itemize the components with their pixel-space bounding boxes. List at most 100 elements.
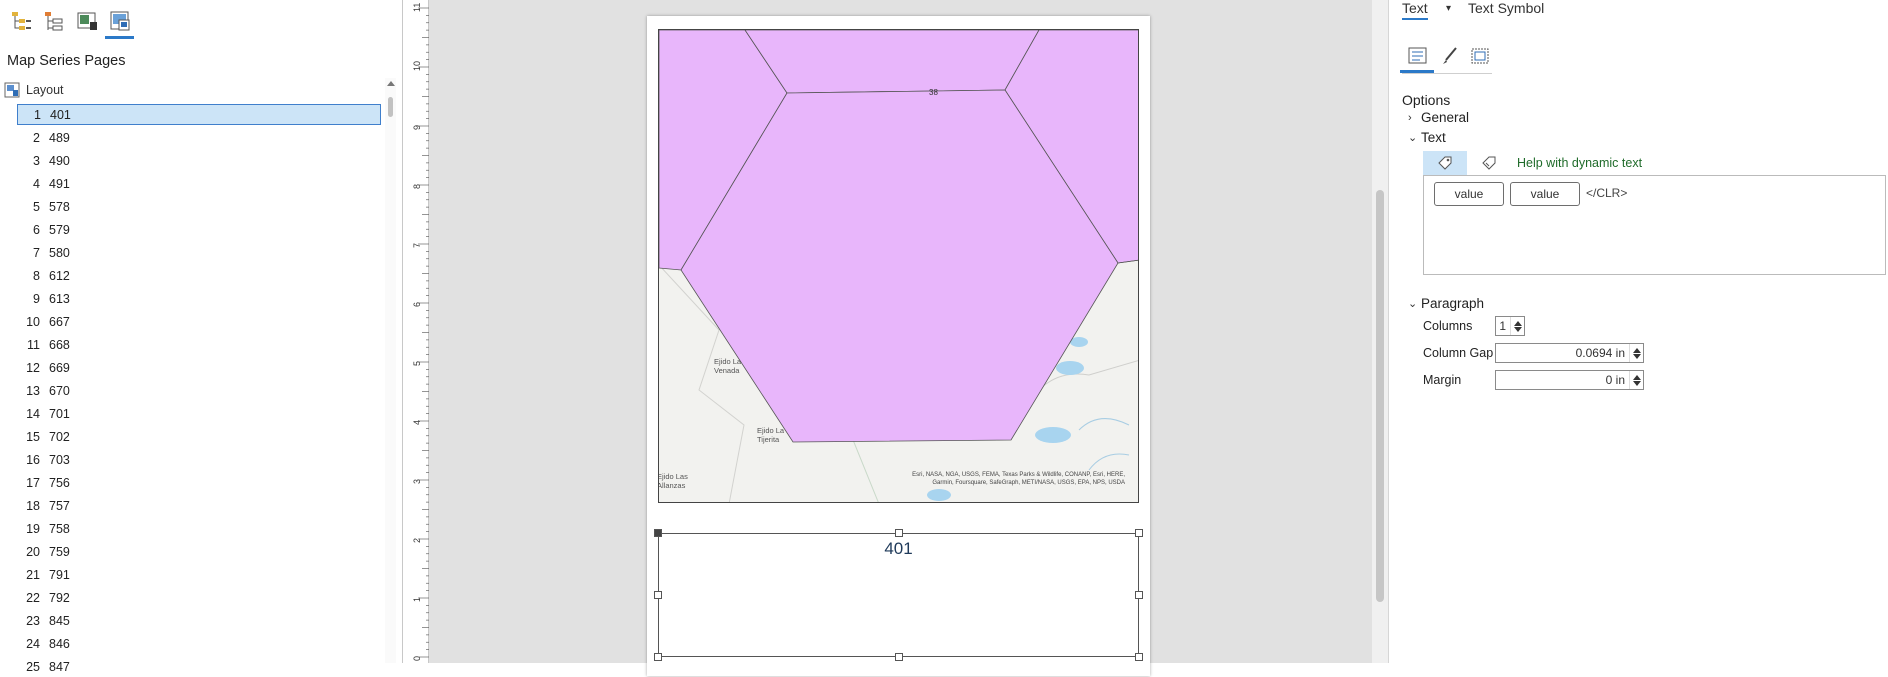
margin-value: 0 in [1605,373,1625,387]
help-dynamic-text-link[interactable]: Help with dynamic text [1517,156,1642,170]
margin-stepper[interactable]: 0 in [1495,370,1644,390]
resize-handle[interactable] [654,653,662,661]
options-subtab[interactable] [1400,42,1434,73]
layout-canvas[interactable]: 38 Ejido La Venada Ejido La Tijerita Eji… [429,0,1372,676]
page-list-scrollbar[interactable] [385,78,396,663]
stepper-arrows-icon[interactable] [1629,344,1643,362]
page-row[interactable]: 10 667 [17,311,381,332]
scroll-up-icon[interactable] [387,81,395,86]
page-row[interactable]: 12 669 [17,357,381,378]
attribution-line: Esri, NASA, NGA, USGS, FEMA, Texas Parks… [912,472,1125,478]
insert-dynamic-text-button[interactable] [1423,151,1467,175]
display-subtab[interactable] [1466,42,1494,69]
vertical-ruler: 11 10 9 8 7 6 5 4 3 2 1 0 [402,0,430,673]
stepper-arrows-icon[interactable] [1629,371,1643,389]
hex-polygon-top-center[interactable] [744,30,1040,94]
dynamic-value-chip[interactable]: value [1510,182,1580,206]
pane-title: Map Series Pages [7,53,126,69]
page-row[interactable]: 7 580 [17,242,381,263]
resize-handle[interactable] [654,529,662,537]
contents-list-button[interactable] [6,6,35,36]
page-row[interactable]: 18 757 [17,495,381,516]
tab-text-symbol[interactable]: Text Symbol [1468,0,1544,16]
page-name: 846 [49,636,70,651]
page-row[interactable]: 4 491 [17,173,381,194]
layout-thumbnail-icon [77,12,97,30]
map-series-pane: Map Series Pages Layout 1 401 2 489 3 490 4 491… [0,0,400,674]
chevron-down-icon: ⌄ [1408,132,1418,144]
resize-handle[interactable] [895,653,903,661]
page-row[interactable]: 24 846 [17,633,381,654]
page-name: 579 [49,222,70,237]
page-name: 490 [49,153,70,168]
attribution-line: Garmin, Foursquare, SafeGraph, METI/NASA… [932,480,1125,486]
page-name: 668 [49,337,70,352]
page-row[interactable]: 17 756 [17,472,381,493]
page-row[interactable]: 5 578 [17,196,381,217]
text-editor[interactable]: value value </CLR> [1423,175,1886,275]
options-icon [1408,47,1427,63]
map-frame[interactable]: 38 Ejido La Venada Ejido La Tijerita Eji… [658,29,1139,503]
resize-handle[interactable] [1135,653,1143,661]
page-row[interactable]: 20 759 [17,541,381,562]
resize-handle[interactable] [1135,529,1143,537]
tag-format-icon [1482,156,1496,170]
page-row[interactable]: 23 845 [17,610,381,631]
map-series-pages-button[interactable] [105,6,134,39]
page-row[interactable]: 25 847 [17,656,381,677]
layout-node[interactable]: Layout [4,80,64,100]
resize-handle[interactable] [1135,591,1143,599]
page-row[interactable]: 9 613 [17,288,381,309]
paragraph-label: Paragraph [1421,296,1485,311]
page-row[interactable]: 3 490 [17,150,381,171]
drawing-order-button[interactable] [39,6,68,36]
page-row[interactable]: 16 703 [17,449,381,470]
page-number: 19 [26,521,40,536]
place-label: Ejido Las Allanzas [658,472,688,490]
place-label: Ejido La Venada [714,357,742,375]
page-name: 613 [49,291,70,306]
resize-handle[interactable] [895,529,903,537]
columns-stepper[interactable]: 1 [1495,316,1525,336]
text-expander[interactable]: ⌄ Text [1408,130,1446,145]
page-row[interactable]: 13 670 [17,380,381,401]
page-row[interactable]: 15 702 [17,426,381,447]
page-name: 670 [49,383,70,398]
symbol-subtab[interactable] [1436,42,1464,69]
page-row[interactable]: 2 489 [17,127,381,148]
page-name: 791 [49,567,70,582]
layout-thumbnail-button[interactable] [72,6,101,36]
page-number: 9 [33,291,40,306]
paragraph-expander[interactable]: ⌄ Paragraph [1408,296,1484,311]
page-row[interactable]: 22 792 [17,587,381,608]
page-number: 17 [26,475,40,490]
clr-close-tag: </CLR> [1586,186,1628,200]
tab-text[interactable]: Text [1402,0,1428,20]
chevron-down-icon: ⌄ [1408,298,1418,310]
page-row[interactable]: 11 668 [17,334,381,355]
scroll-thumb[interactable] [1376,190,1384,602]
column-gap-stepper[interactable]: 0.0694 in [1495,343,1644,363]
dynamic-value-chip[interactable]: value [1434,182,1504,206]
page-number: 18 [26,498,40,513]
format-text-pane: Text ▾ Text Symbol Options › General ⌄ T… [1394,0,1888,663]
columns-value: 1 [1499,319,1506,333]
page-row[interactable]: 1 401 [17,104,381,125]
page-number: 22 [26,590,40,605]
page-row[interactable]: 19 758 [17,518,381,539]
page-row[interactable]: 21 791 [17,564,381,585]
ruler-ticks: 11109876543210 [412,3,430,673]
page-row[interactable]: 6 579 [17,219,381,240]
insert-text-formatting-button[interactable] [1467,151,1511,175]
scroll-thumb[interactable] [388,97,393,117]
resize-handle[interactable] [654,591,662,599]
page-name: 845 [49,613,70,628]
dynamic-text-element[interactable]: 401 [654,529,1143,661]
tab-dropdown-icon[interactable]: ▾ [1446,3,1451,14]
canvas-scrollbar[interactable] [1372,0,1388,663]
page-row[interactable]: 14 701 [17,403,381,424]
page-row[interactable]: 8 612 [17,265,381,286]
page-number: 25 [26,659,40,674]
general-expander[interactable]: › General [1408,110,1469,125]
stepper-arrows-icon[interactable] [1510,317,1524,335]
